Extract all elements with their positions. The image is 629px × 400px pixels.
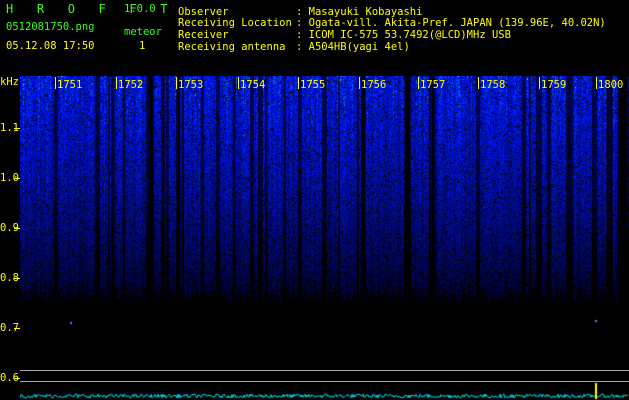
minute-label: 1754 [240, 79, 266, 91]
antenna-value: : A504HB(yagi 4el) [296, 41, 410, 53]
minute-tick [298, 77, 299, 89]
minute-label: 1753 [178, 79, 204, 91]
antenna-label: Receiving antenna [178, 41, 286, 53]
minute-label: 1752 [118, 79, 144, 91]
minute-tick [55, 77, 56, 89]
minute-label: 1757 [420, 79, 446, 91]
minute-label: 1751 [57, 79, 83, 91]
minute-tick [176, 77, 177, 89]
time-axis: 1751 1752 1753 1754 1755 1756 1757 1758 1759 1800 [20, 76, 629, 92]
frequency-tick [14, 128, 20, 129]
filename: 0512081750.png [6, 21, 95, 33]
location-value: : Ogata-vill. Akita-Pref. JAPAN (139.96E… [296, 17, 606, 29]
location-label: Receiving Location [178, 17, 292, 29]
frequency-tick [14, 228, 20, 229]
frequency-tick [14, 378, 20, 379]
minute-tick [238, 77, 239, 89]
meteor-count: 1 [139, 40, 146, 52]
minute-tick [478, 77, 479, 89]
minute-tick [418, 77, 419, 89]
minute-label: 1759 [541, 79, 567, 91]
minute-label: 1756 [361, 79, 387, 91]
frequency-tick [14, 178, 20, 179]
reference-line [20, 381, 629, 382]
frequency-tick [14, 278, 20, 279]
y-unit-label: kHz [0, 76, 19, 88]
minute-tick [116, 77, 117, 89]
meteor-label: meteor [124, 26, 162, 38]
minute-tick [596, 77, 597, 89]
minute-tick [359, 77, 360, 89]
minute-label: 1755 [300, 79, 326, 91]
minute-label: 1758 [480, 79, 506, 91]
reference-line [20, 370, 629, 371]
receiver-label: Receiver [178, 29, 229, 41]
frequency-tick [14, 328, 20, 329]
timestamp: 05.12.08 17:50 [6, 40, 95, 52]
app-version: 1.0.0 [124, 3, 156, 15]
receiver-value: : ICOM IC-575 53.7492(@LCD)MHz USB [296, 29, 511, 41]
spectrogram [20, 76, 629, 400]
minute-label: 1800 [598, 79, 624, 91]
minute-tick [539, 77, 540, 89]
